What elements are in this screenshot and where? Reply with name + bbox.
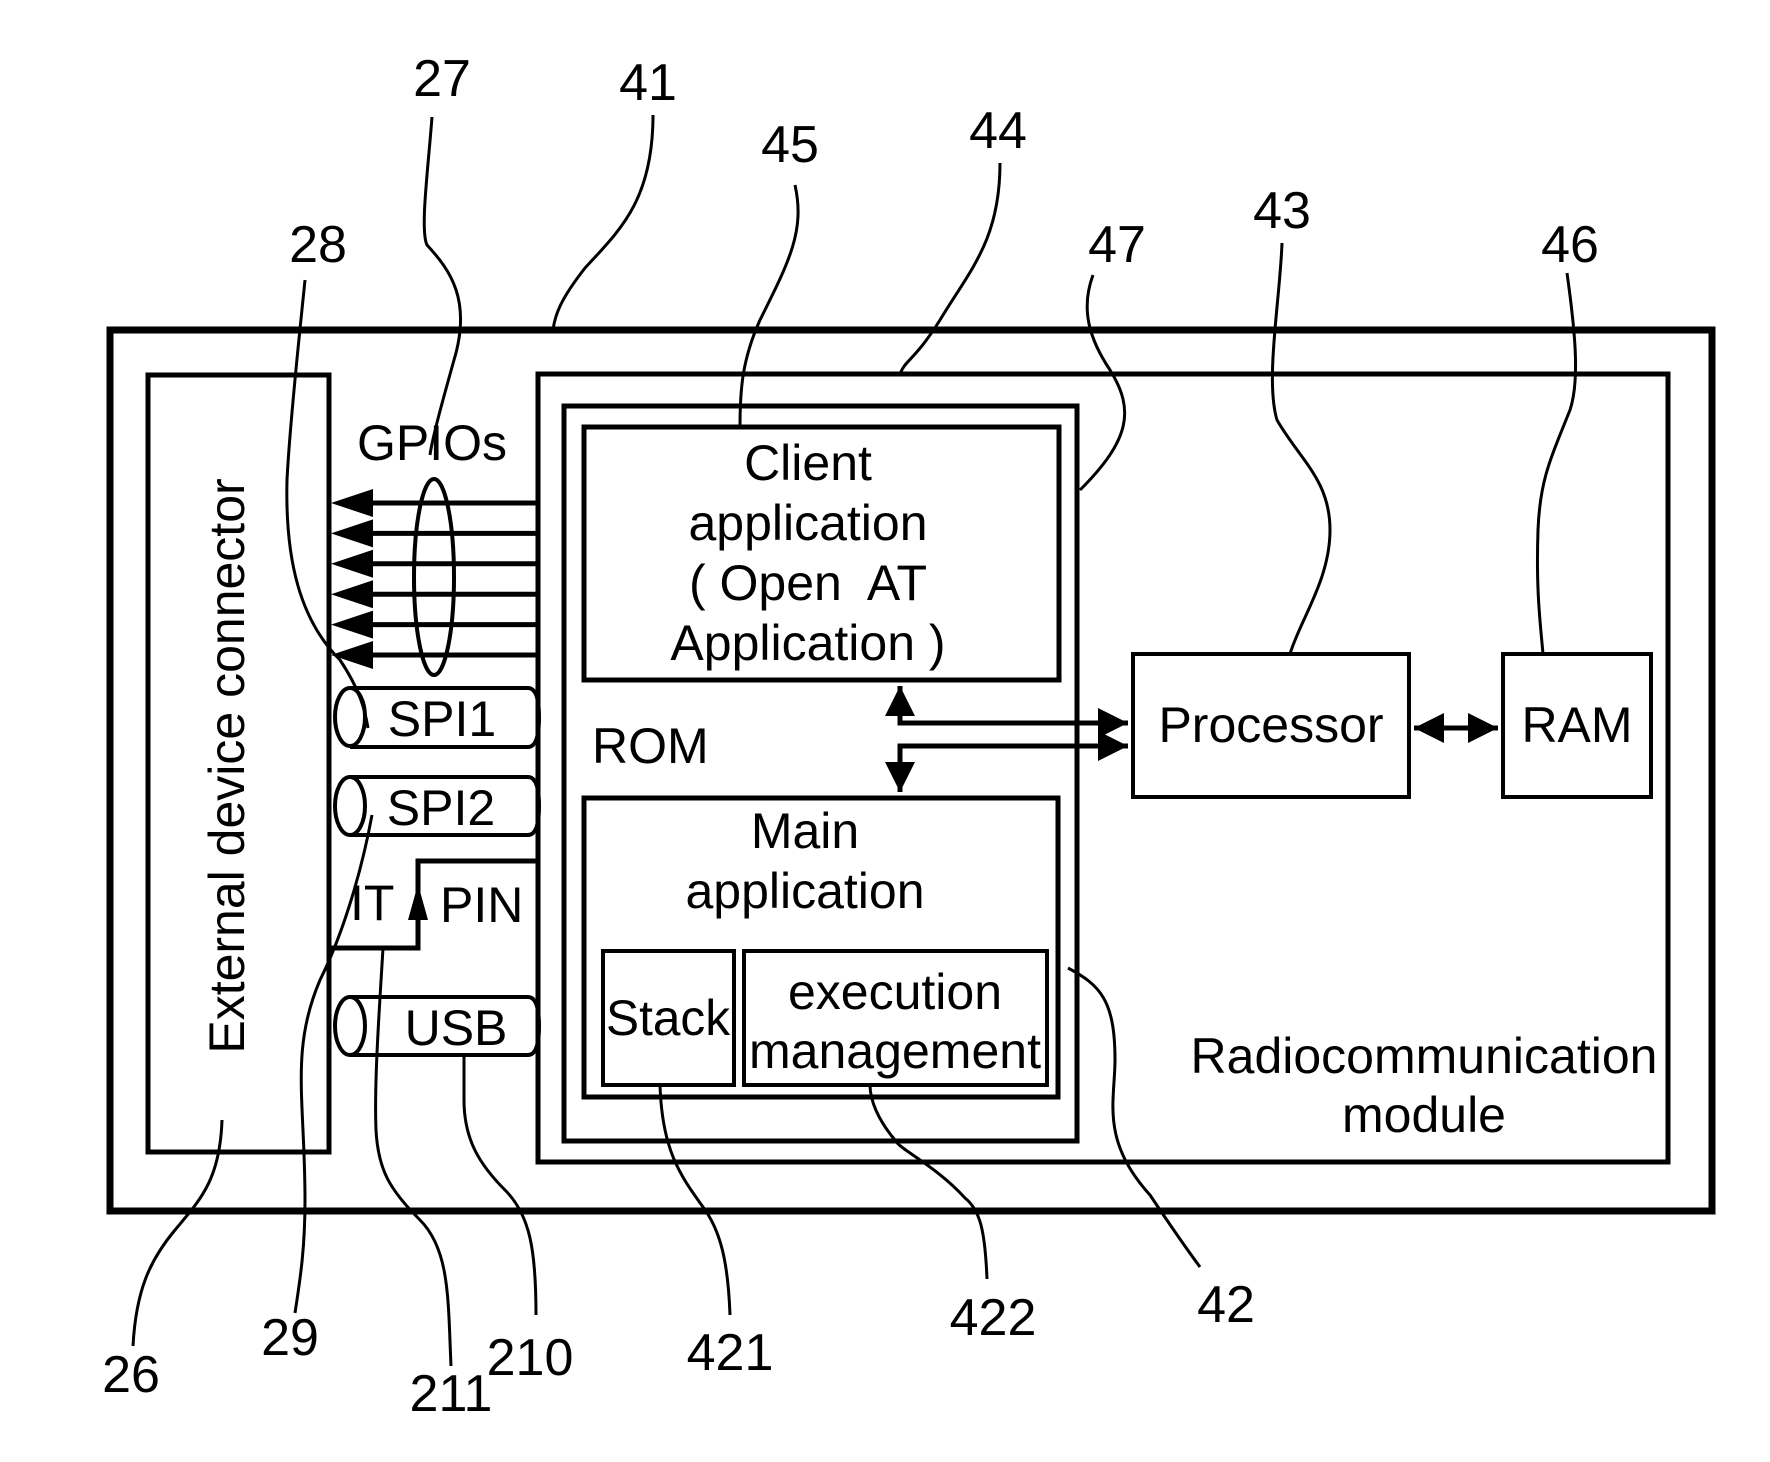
gpio-arrow-head	[331, 489, 373, 517]
usb-cylinder: USB	[333, 995, 542, 1057]
leader-421	[658, 1084, 732, 1316]
usb-label: USB	[405, 1000, 508, 1056]
gpio-arrow-head	[331, 519, 373, 548]
module-label-line1: Radiocommunication	[1191, 1028, 1658, 1084]
ref-45: 45	[761, 116, 819, 174]
leader-43	[1270, 242, 1332, 655]
stack-label: Stack	[606, 990, 731, 1046]
leader-47	[1078, 274, 1127, 492]
gpio-arrow-head	[331, 549, 373, 578]
ref-26: 26	[102, 1346, 160, 1404]
client-app-line2: application	[688, 495, 927, 551]
client-app-line1: Client	[744, 435, 872, 491]
ref-41: 41	[619, 54, 677, 112]
ref-210: 210	[487, 1329, 574, 1387]
ram-label: RAM	[1521, 697, 1632, 753]
processor-label: Processor	[1158, 697, 1383, 753]
ref-28: 28	[289, 216, 347, 274]
ref-47: 47	[1088, 216, 1146, 274]
spi2-cylinder: SPI2	[333, 775, 542, 837]
diagram-canvas: External device connector Radiocommunica…	[102, 50, 1716, 1423]
leader-210	[462, 1055, 538, 1316]
client-app-line4: Application )	[670, 615, 945, 671]
gpio-bundle-ellipse	[412, 477, 456, 677]
ref-42: 42	[1197, 1276, 1255, 1334]
main-app-line1: Main	[751, 803, 859, 859]
it-arrow-head	[408, 884, 428, 920]
ref-211: 211	[410, 1365, 493, 1423]
leader-44	[898, 162, 1002, 375]
pin-label: PIN	[440, 877, 523, 933]
rom-label: ROM	[592, 718, 709, 774]
spi2-label: SPI2	[387, 780, 495, 836]
connector-label: External device connector	[199, 478, 255, 1053]
ref-44: 44	[969, 102, 1027, 160]
leader-42	[1067, 966, 1202, 1268]
gpio-arrow-head	[331, 641, 373, 669]
main-app-line2: application	[685, 863, 924, 919]
client-app-line3: ( Open AT	[689, 555, 927, 611]
gpio-lines	[331, 489, 539, 669]
ref-421: 421	[687, 1324, 774, 1382]
ref-422: 422	[950, 1289, 1037, 1347]
ref-27: 27	[413, 50, 471, 108]
ref-43: 43	[1253, 182, 1311, 240]
spi1-label: SPI1	[388, 691, 496, 747]
gpio-arrow-head	[331, 610, 373, 639]
client-processor-bus	[885, 686, 1128, 738]
main-processor-bus	[885, 731, 1128, 792]
ref-46: 46	[1541, 216, 1599, 274]
module-label-line2: module	[1342, 1087, 1506, 1143]
gpio-arrow-head	[331, 580, 373, 609]
leader-41	[551, 114, 655, 331]
exec-mgmt-line1: execution	[788, 964, 1002, 1020]
leader-422	[868, 1084, 989, 1280]
exec-mgmt-line2: management	[749, 1023, 1041, 1079]
ref-29: 29	[261, 1309, 319, 1367]
leader-45	[738, 184, 800, 428]
leader-27	[422, 116, 463, 456]
